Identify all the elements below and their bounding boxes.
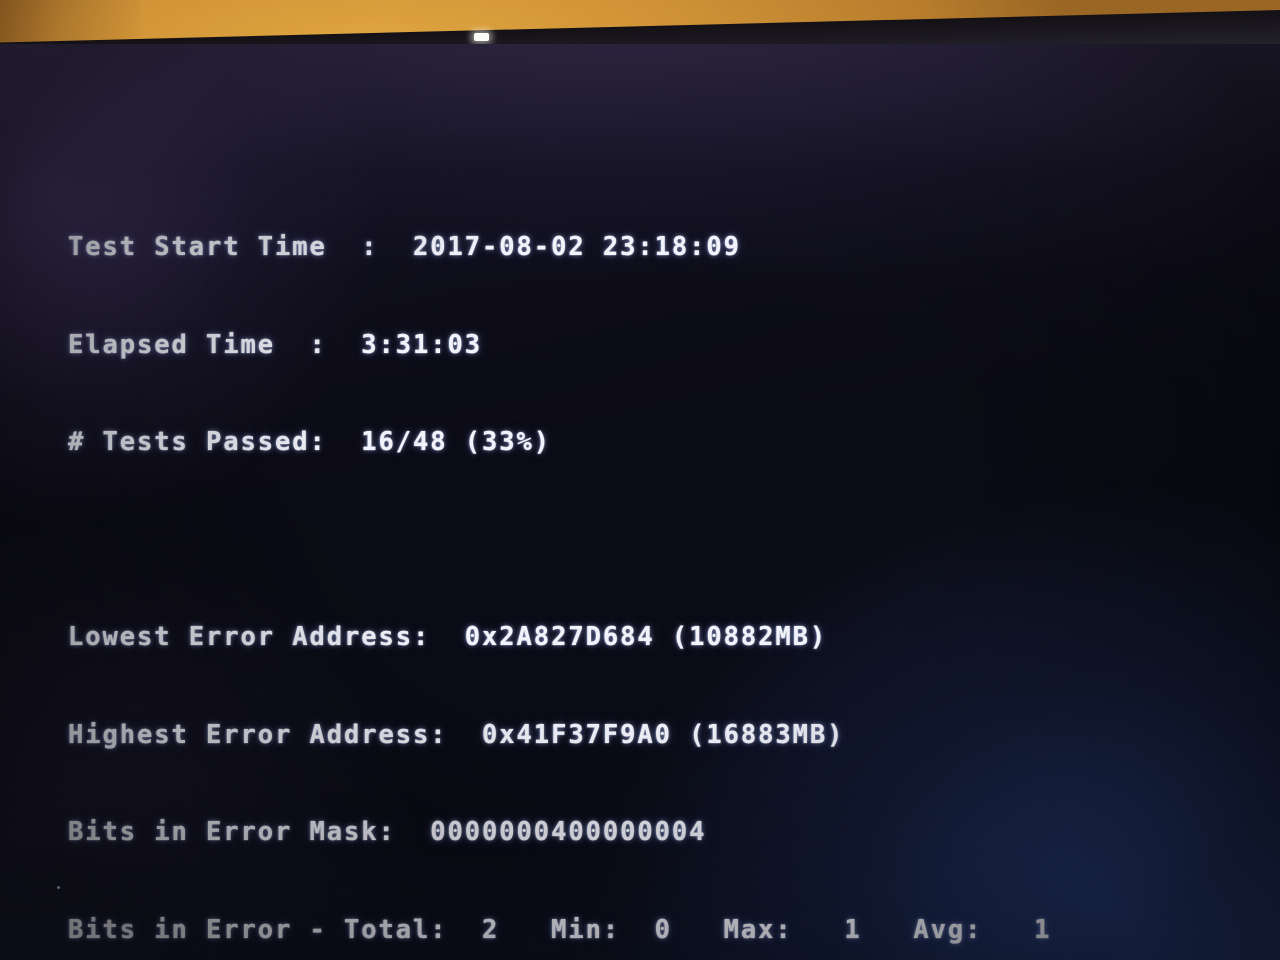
monitor-photo: Test Start Time : 2017-08-02 23:18:09 El… [0,0,1280,960]
power-led-indicator [474,33,489,41]
bits-in-error-total-line: Bits in Error - Total: 2 Min: 0 Max: 1 A… [68,914,1052,945]
memtest-console-output: Test Start Time : 2017-08-02 23:18:09 El… [68,166,1248,960]
elapsed-time-line: Elapsed Time : 3:31:03 [68,329,483,360]
monitor-screen[interactable]: Test Start Time : 2017-08-02 23:18:09 El… [0,44,1280,960]
test-start-time-line: Test Start Time : 2017-08-02 23:18:09 [68,232,741,262]
lowest-error-address-line: Lowest Error Address: 0x2A827D684 (10882… [68,622,828,652]
bits-in-error-mask-line: Bits in Error Mask: 0000000400000004 [68,817,707,847]
highest-error-address-line: Highest Error Address: 0x41F37F9A0 (1688… [68,719,845,750]
sensor-dust-speck [57,886,60,889]
tests-passed-line: # Tests Passed: 16/48 (33%) [68,427,552,457]
